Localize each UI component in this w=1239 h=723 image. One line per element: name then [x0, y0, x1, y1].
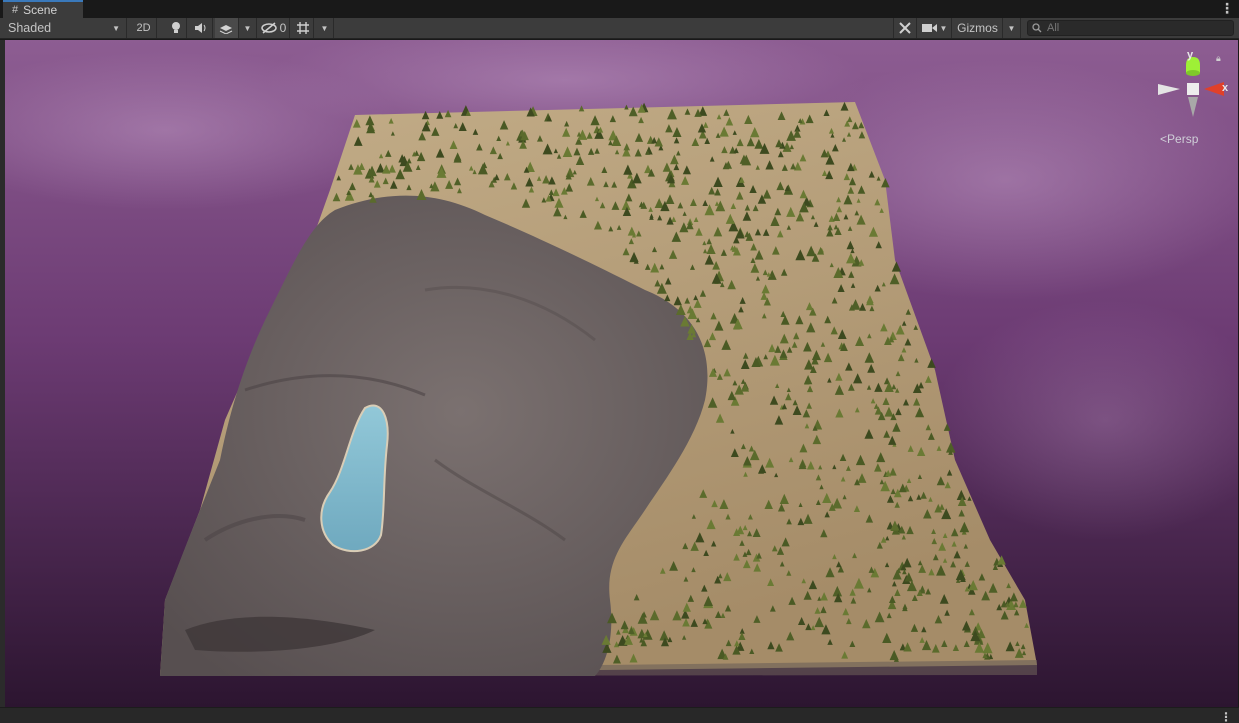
grid-snap-icon — [296, 22, 309, 34]
kebab-menu-icon[interactable]: ⋮ — [1220, 1, 1234, 15]
kebab-menu-icon[interactable]: ⋮ — [1220, 710, 1232, 723]
chevron-down-icon: ▼ — [320, 23, 329, 33]
effects-icon — [219, 25, 233, 34]
draw-mode-dropdown[interactable]: Shaded ▼ — [0, 18, 127, 38]
2d-toggle-button[interactable]: 2D — [131, 18, 157, 38]
scene-toolbar: Shaded ▼ 2D ▼ 0 ▼ ▼ Gizmos ▼ All — [0, 18, 1239, 39]
chevron-down-icon: ▼ — [939, 23, 948, 33]
chevron-down-icon: ▼ — [112, 23, 120, 33]
grid-snap-button[interactable] — [292, 18, 314, 38]
lightbulb-icon — [171, 22, 180, 33]
gizmos-dropdown[interactable]: ▼ — [1003, 18, 1021, 38]
audio-icon — [194, 23, 205, 33]
chevron-down-icon: ▼ — [1007, 23, 1016, 33]
gizmos-button[interactable]: Gizmos — [953, 18, 1003, 38]
tools-button[interactable] — [893, 18, 917, 38]
chevron-left-icon: < — [1160, 132, 1168, 146]
hidden-count: 0 — [279, 21, 287, 35]
audio-toggle-button[interactable] — [189, 18, 213, 38]
tab-bar: # Scene ⋮ — [0, 0, 1239, 18]
gizmo-x-label: x — [1222, 82, 1229, 94]
projection-toggle[interactable]: <Persp — [1160, 132, 1198, 146]
tab-scene-label: Scene — [23, 3, 58, 17]
2d-toggle-label: 2D — [136, 22, 151, 34]
scene-render — [5, 40, 1238, 707]
scene-viewport[interactable] — [5, 40, 1238, 707]
draw-mode-label: Shaded — [8, 21, 52, 35]
gizmo-y-label: y — [1187, 49, 1194, 61]
search-icon — [1032, 23, 1042, 33]
grid-dropdown[interactable]: ▼ — [316, 18, 334, 38]
projection-label: Persp — [1167, 132, 1199, 146]
status-bar: ⋮ — [0, 707, 1239, 723]
camera-settings-dropdown[interactable]: ▼ — [918, 18, 952, 38]
visibility-icon — [260, 22, 277, 34]
camera-icon — [921, 24, 937, 32]
effects-dropdown[interactable]: ▼ — [239, 18, 257, 38]
chevron-down-icon: ▼ — [243, 23, 252, 33]
tab-scene[interactable]: # Scene — [3, 0, 83, 18]
hidden-objects-toggle[interactable]: 0 — [258, 18, 290, 38]
gizmos-label: Gizmos — [957, 21, 998, 35]
effects-toggle-button[interactable] — [215, 18, 239, 38]
tools-icon — [899, 22, 911, 34]
search-input[interactable]: All — [1027, 20, 1234, 36]
grid-icon: # — [12, 4, 19, 16]
search-placeholder: All — [1047, 22, 1060, 34]
lock-icon[interactable]: 🔒︎ — [1216, 53, 1221, 64]
lighting-toggle-button[interactable] — [165, 18, 187, 38]
